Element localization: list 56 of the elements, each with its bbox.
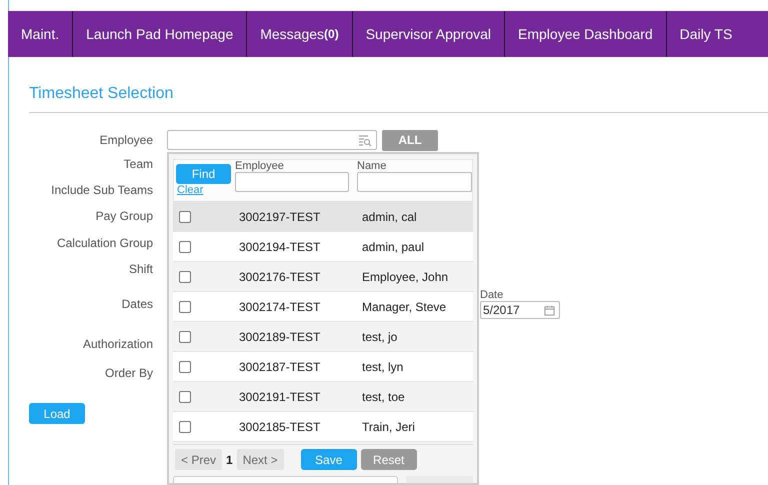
nav-tab[interactable]: Supervisor Approval xyxy=(352,11,506,57)
checkbox[interactable] xyxy=(179,330,191,342)
table-cell: admin, cal xyxy=(362,210,417,224)
page-number: 1 xyxy=(226,452,233,466)
field-label: Authorization xyxy=(82,336,153,350)
field-label: Dates xyxy=(120,297,153,311)
table-cell-text: 3002189-TEST xyxy=(239,330,322,344)
table-cell-text: 3002176-TEST xyxy=(239,270,322,284)
nav-tab[interactable]: Maint. xyxy=(8,11,74,57)
lookup-icon[interactable] xyxy=(358,134,372,146)
checkbox[interactable] xyxy=(179,240,191,252)
nav-tab[interactable]: Launch Pad Homepage xyxy=(73,11,248,57)
nav-tab[interactable]: Messages(0) xyxy=(247,11,353,57)
column-header: Employee xyxy=(235,160,285,172)
date-value: 5/2017 xyxy=(483,303,520,317)
checkbox[interactable] xyxy=(179,360,191,372)
list-row[interactable]: 3002194-TEST admin, paul xyxy=(173,232,473,262)
table-cell: test, toe xyxy=(362,390,405,404)
field-label: Calculation Group xyxy=(56,236,153,250)
checkbox[interactable] xyxy=(179,210,191,222)
table-cell: Employee, John xyxy=(362,270,448,284)
checkbox[interactable] xyxy=(179,270,191,282)
field-label: Order By xyxy=(104,366,153,380)
date-field[interactable]: 5/2017 xyxy=(480,301,560,319)
checkbox[interactable] xyxy=(179,390,191,402)
field-label: Pay Group xyxy=(94,208,153,222)
calendar-icon[interactable] xyxy=(544,304,555,316)
filter-field[interactable] xyxy=(357,172,472,192)
table-cell-text: 3002197-TEST xyxy=(239,210,322,224)
list-row[interactable]: 3002197-TEST admin, cal xyxy=(173,202,473,232)
field-label: Date xyxy=(480,289,504,301)
table-cell: admin, paul xyxy=(362,240,424,254)
list-row[interactable]: 3002185-TEST Train, Jeri xyxy=(173,412,473,442)
field-label: Include Sub Teams xyxy=(50,182,153,196)
column-header: Name xyxy=(357,160,388,172)
field-label: Shift xyxy=(128,262,153,276)
filter-field[interactable] xyxy=(235,172,349,192)
table-cell-text: 3002191-TEST xyxy=(239,390,322,404)
employee-field[interactable] xyxy=(167,130,377,150)
checkbox[interactable] xyxy=(179,300,191,312)
table-cell: Manager, Steve xyxy=(362,300,446,314)
table-cell: test, lyn xyxy=(362,360,404,374)
table-cell-text: 3002187-TEST xyxy=(239,360,322,374)
table-cell-text: 3002194-TEST xyxy=(239,240,322,254)
table-cell: Train, Jeri xyxy=(362,420,415,434)
field-label: Team xyxy=(122,157,153,171)
checkbox[interactable] xyxy=(179,420,191,432)
list-row[interactable]: 3002187-TEST test, lyn xyxy=(173,352,473,382)
section-title: Timesheet Selection xyxy=(29,85,174,103)
table-cell-text: 3002174-TEST xyxy=(239,300,322,314)
nav-tab[interactable]: Daily TS xyxy=(666,11,746,57)
table-cell: test, jo xyxy=(362,330,398,344)
nav-tab[interactable]: Employee Dashboard xyxy=(505,11,667,57)
field-label: Employee xyxy=(98,133,153,147)
list-row[interactable]: 3002174-TEST Manager, Steve xyxy=(173,292,473,322)
table-cell-text: 3002185-TEST xyxy=(239,420,322,434)
